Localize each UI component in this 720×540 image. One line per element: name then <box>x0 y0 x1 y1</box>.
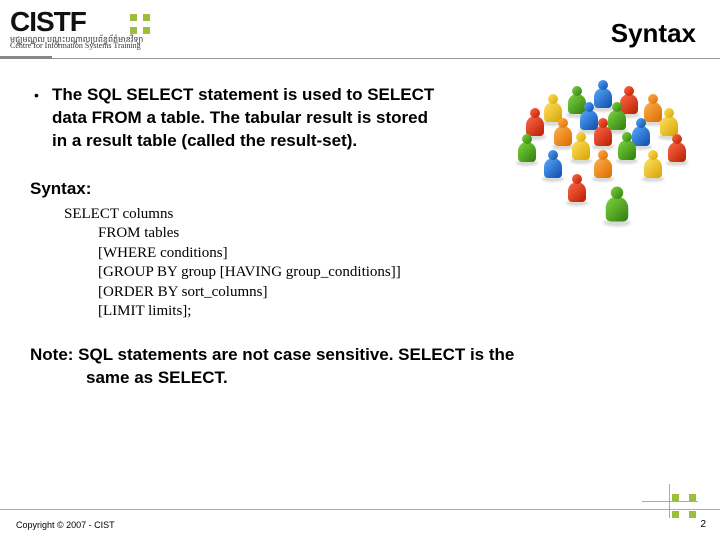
note-body-line1: SQL statements are not case sensitive. S… <box>73 345 514 364</box>
note-block: Note: SQL statements are not case sensit… <box>30 344 696 390</box>
title-divider <box>0 58 720 59</box>
syntax-line: [WHERE conditions] <box>98 244 696 264</box>
note-body-line2: same as SELECT. <box>86 367 696 390</box>
logo-area: CISTF មជ្ឈមណ្ឌល បណ្តុះបណ្តាលប្រព័ន្ធព័ត៌… <box>10 6 210 50</box>
logo-decorative-dots <box>130 14 150 34</box>
slide: CISTF មជ្ឈមណ្ឌល បណ្តុះបណ្តាលប្រព័ន្ធព័ត៌… <box>0 0 720 540</box>
syntax-line: [LIMIT limits]; <box>98 302 696 322</box>
syntax-line: [ORDER BY sort_columns] <box>98 283 696 303</box>
logo-text: CISTF <box>10 6 210 38</box>
note-label: Note: <box>30 345 73 364</box>
title-divider-accent <box>0 56 52 59</box>
pawns-illustration <box>508 74 708 234</box>
footer-divider <box>0 509 720 510</box>
syntax-line: [GROUP BY group [HAVING group_conditions… <box>98 263 696 283</box>
logo-subscript-en: Centre for Information Systems Training <box>10 42 210 50</box>
bullet-text: The SQL SELECT statement is used to SELE… <box>52 84 442 153</box>
footer-decorative-line-v <box>669 484 670 518</box>
page-title: Syntax <box>611 18 696 49</box>
copyright-text: Copyright © 2007 - CIST <box>16 520 115 530</box>
footer-decorative-dots <box>672 494 696 518</box>
page-number: 2 <box>700 519 706 530</box>
bullet-icon: • <box>30 84 52 106</box>
